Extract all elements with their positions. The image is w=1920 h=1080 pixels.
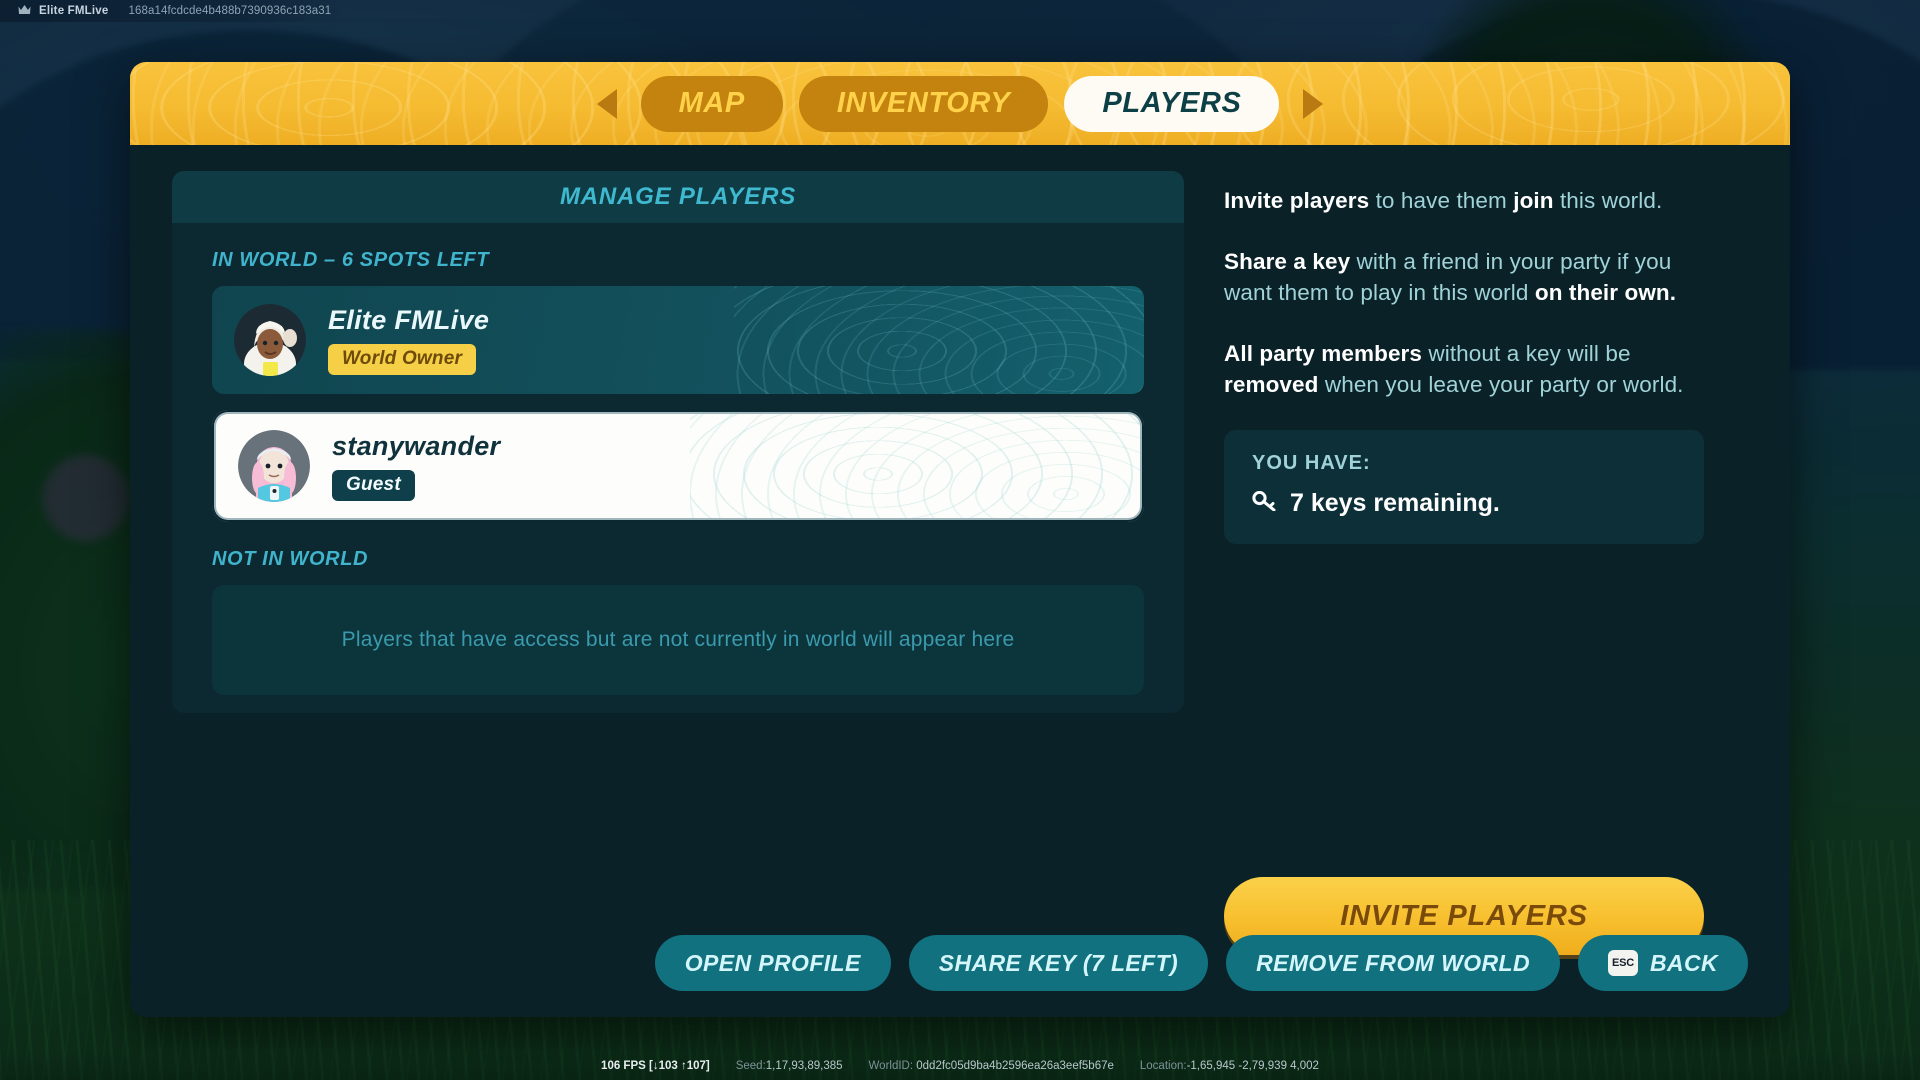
keys-remaining-box: YOU HAVE: 7 keys remaining. [1224,430,1704,545]
keys-box-value-row: 7 keys remaining. [1252,489,1676,518]
info-text-6: when you leave your party or world. [1318,372,1684,398]
crown-icon [18,4,31,18]
info-paragraph-sharekey: Share a key with a friend in your party … [1224,246,1708,308]
esc-key-icon: ESC [1607,950,1638,976]
not-in-world-section-label: NOT IN WORLD [212,548,369,570]
fps-readout: 106 FPS [↓103 ↑107] [601,1060,710,1072]
info-bold-5: All party members [1224,341,1423,367]
players-panel: MAP INVENTORY PLAYERS MANAGE PLAYERS IN … [130,62,1790,1017]
table-row-selection-outline: stanywander Guest [212,410,1144,522]
player-info: Elite FMLive World Owner [328,305,489,375]
seed-value: 1,17,93,89,385 [765,1060,843,1072]
tab-map[interactable]: MAP [640,75,783,132]
debug-status-bar: 106 FPS [↓103 ↑107] Seed:1,17,93,89,385 … [0,1052,1920,1080]
back-label: BACK [1649,949,1718,976]
footer-button-bar: OPEN PROFILE SHARE KEY (7 LEFT) REMOVE F… [654,935,1748,991]
info-bold-3: Share a key [1224,249,1351,275]
info-sidebar: Invite players to have them join this wo… [1224,171,1748,1017]
open-profile-label: OPEN PROFILE [684,949,861,976]
world-hash: 168a14fcdcde4b488b7390936c183a31 [128,5,332,17]
tab-inventory[interactable]: INVENTORY [798,75,1049,132]
share-key-button[interactable]: SHARE KEY (7 LEFT) [908,935,1209,991]
info-text-5: without a key will be [1422,341,1631,367]
keys-remaining-text: 7 keys remaining. [1290,489,1500,518]
info-bold-4: on their own. [1534,280,1677,306]
worldid-readout: WorldID: 0dd2fc05d9ba4b2596ea26a3eef5b67… [869,1060,1114,1072]
tab-players[interactable]: PLAYERS [1064,75,1280,132]
info-bold-1: Invite players [1224,188,1370,213]
keys-box-label: YOU HAVE: [1252,452,1371,475]
info-bold-2: join [1513,188,1554,213]
info-paragraph-invite: Invite players to have them join this wo… [1224,185,1708,216]
seed-readout: Seed:1,17,93,89,385 [736,1060,843,1072]
remove-from-world-label: REMOVE FROM WORLD [1256,949,1530,976]
location-key: Location: [1139,1060,1187,1072]
info-text-1: to have them [1369,188,1514,213]
chevron-left-icon[interactable] [596,88,617,119]
location-value: -1,65,945 -2,79,939 4,002 [1186,1060,1319,1072]
avatar [234,304,306,376]
back-button[interactable]: ESC BACK [1577,935,1748,991]
avatar [238,430,310,502]
status-badge: Guest [332,470,415,501]
info-text-2: this world. [1553,188,1663,213]
location-readout: Location:-1,65,945 -2,79,939 4,002 [1140,1060,1319,1072]
player-info: stanywander Guest [332,431,500,501]
key-icon [1252,489,1278,518]
not-in-world-empty-state: Players that have access but are not cur… [212,585,1144,695]
page-title: MANAGE PLAYERS [172,171,1184,223]
chevron-right-icon[interactable] [1303,88,1324,119]
world-name: Elite FMLive [39,5,109,17]
table-row[interactable]: Elite FMLive World Owner [212,286,1144,394]
share-key-label: SHARE KEY (7 LEFT) [938,949,1179,976]
info-bold-6: removed [1224,372,1319,398]
info-paragraph-party: All party members without a key will be … [1224,338,1708,400]
remove-from-world-button[interactable]: REMOVE FROM WORLD [1226,935,1560,991]
tab-bar: MAP INVENTORY PLAYERS [130,62,1790,145]
in-world-section-label: IN WORLD – 6 SPOTS LEFT [212,249,490,271]
panel-body: MANAGE PLAYERS IN WORLD – 6 SPOTS LEFT E… [130,145,1790,1017]
player-name: Elite FMLive [328,305,490,335]
in-world-player-list: Elite FMLive World Owner stanywander Gue… [172,286,1184,522]
manage-players-section: MANAGE PLAYERS IN WORLD – 6 SPOTS LEFT E… [172,171,1184,713]
player-name: stanywander [332,431,501,461]
open-profile-button[interactable]: OPEN PROFILE [654,935,891,991]
table-row[interactable]: stanywander Guest [216,414,1140,518]
seed-key: Seed: [735,1060,766,1072]
world-label-bar: Elite FMLive 168a14fcdcde4b488b7390936c1… [0,0,346,22]
worldid-key: WorldID: [868,1060,914,1072]
status-badge: World Owner [328,344,477,375]
worldid-value: 0dd2fc05d9ba4b2596ea26a3eef5b67e [916,1060,1114,1072]
